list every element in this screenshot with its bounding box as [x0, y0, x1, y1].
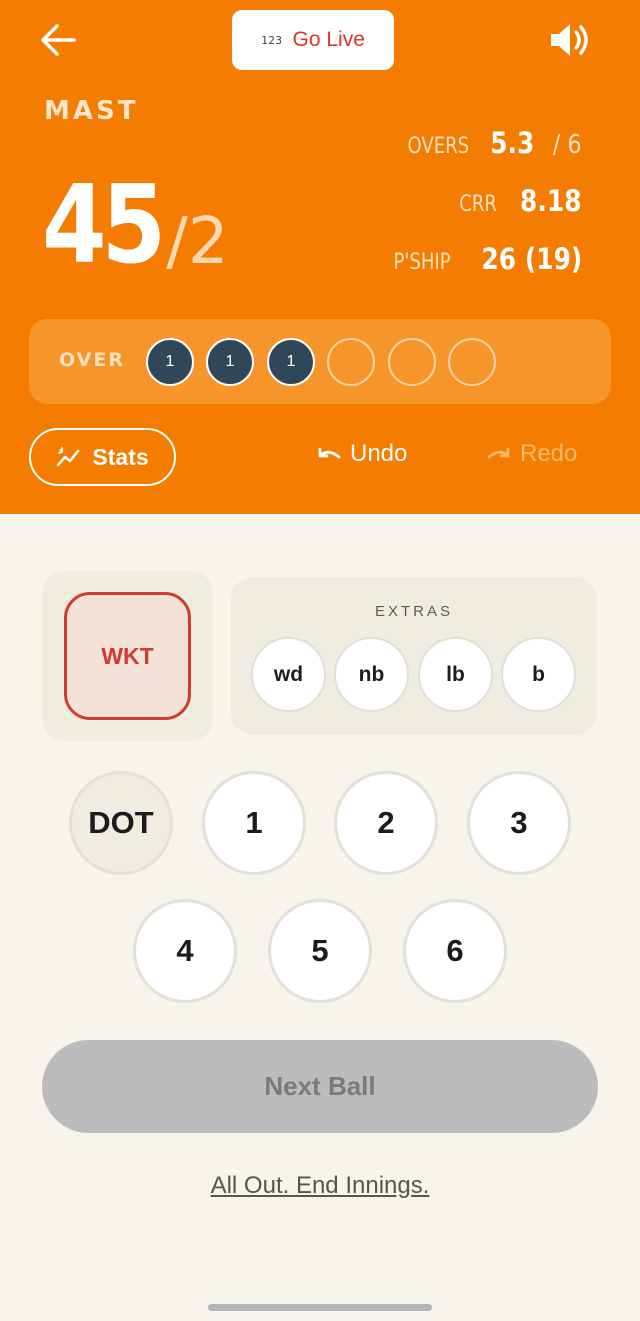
current-over-bar: OVER 1 1 1 — [29, 319, 611, 404]
overs-label: OVERS — [407, 134, 470, 159]
run-4-button[interactable]: 4 — [133, 899, 237, 1003]
redo-arrow-icon — [487, 447, 510, 459]
wicket-panel: WKT — [42, 571, 213, 741]
run-label: 2 — [377, 805, 395, 840]
run-label: 4 — [176, 933, 194, 968]
run-dot-button[interactable]: DOT — [69, 771, 173, 875]
extra-label: b — [532, 662, 545, 686]
extras-title: EXTRAS — [374, 603, 453, 620]
next-ball-label: Next Ball — [264, 1071, 376, 1101]
run-label: 1 — [245, 805, 263, 840]
run-3-button[interactable]: 3 — [467, 771, 571, 875]
crr-value: 8.18 — [520, 184, 582, 218]
end-innings-row: All Out. End Innings. — [0, 1172, 640, 1200]
extra-label: wd — [273, 662, 304, 686]
run-2-button[interactable]: 2 — [334, 771, 438, 875]
run-label: 5 — [311, 933, 329, 968]
extra-no-ball-button[interactable]: nb — [334, 637, 409, 712]
wicket-button[interactable]: WKT — [64, 592, 191, 720]
team-name: MAST — [44, 96, 139, 126]
crr-stat: CRR 8.18 — [451, 184, 582, 218]
number-icon: 123 — [261, 33, 283, 47]
over-ball-1: 1 — [146, 338, 194, 386]
extra-wide-button[interactable]: wd — [251, 637, 326, 712]
score-display: 45 / 2 — [42, 150, 229, 280]
stats-button[interactable]: Stats — [29, 428, 176, 486]
undo-arrow-icon — [318, 447, 341, 459]
undo-button[interactable]: Undo — [316, 440, 407, 468]
extra-leg-bye-button[interactable]: lb — [418, 637, 493, 712]
back-arrow-icon — [41, 24, 76, 56]
crr-label: CRR — [458, 192, 497, 217]
over-ball-6 — [448, 338, 496, 386]
extras-panel: EXTRAS wd nb lb b — [231, 577, 597, 735]
redo-button[interactable]: Redo — [486, 440, 577, 468]
run-label: 3 — [510, 805, 528, 840]
over-ball-4 — [327, 338, 375, 386]
redo-label: Redo — [520, 440, 578, 467]
run-label: DOT — [88, 805, 154, 840]
undo-label: Undo — [350, 440, 408, 467]
run-1-button[interactable]: 1 — [202, 771, 306, 875]
over-ball-3: 1 — [267, 338, 315, 386]
back-button[interactable] — [38, 22, 78, 58]
go-live-button[interactable]: 123 Go Live — [232, 10, 394, 70]
speaker-icon — [551, 24, 588, 56]
extra-label: nb — [358, 662, 385, 686]
sound-button[interactable] — [548, 20, 592, 60]
run-6-button[interactable]: 6 — [403, 899, 507, 1003]
score-runs: 45 — [42, 163, 166, 288]
run-5-button[interactable]: 5 — [268, 899, 372, 1003]
score-wickets: 2 — [187, 205, 229, 279]
over-label: OVER — [59, 349, 125, 371]
next-ball-button[interactable]: Next Ball — [42, 1040, 598, 1133]
end-innings-link[interactable]: All Out. End Innings. — [211, 1172, 430, 1199]
wicket-label: WKT — [101, 642, 154, 669]
home-indicator[interactable] — [208, 1304, 432, 1311]
pship-label: P'SHIP — [393, 250, 451, 275]
overs-value: 5.3 — [490, 126, 535, 160]
partnership-stat: P'SHIP 26 (19) — [381, 242, 582, 276]
scoreboard-header: 123 Go Live MAST 45 / 2 OVERS 5.3 / 6 CR… — [0, 0, 640, 514]
trend-chart-icon — [57, 447, 80, 467]
extra-label: lb — [446, 662, 465, 686]
stats-label: Stats — [92, 443, 149, 470]
overs-total: / 6 — [553, 130, 582, 160]
over-ball-2: 1 — [206, 338, 254, 386]
extra-bye-button[interactable]: b — [501, 637, 576, 712]
pship-value: 26 (19) — [481, 242, 582, 276]
score-separator: / — [166, 205, 188, 279]
over-ball-5 — [388, 338, 436, 386]
overs-stat: OVERS 5.3 / 6 — [394, 126, 582, 160]
run-label: 6 — [446, 933, 464, 968]
go-live-label: Go Live — [292, 28, 365, 51]
